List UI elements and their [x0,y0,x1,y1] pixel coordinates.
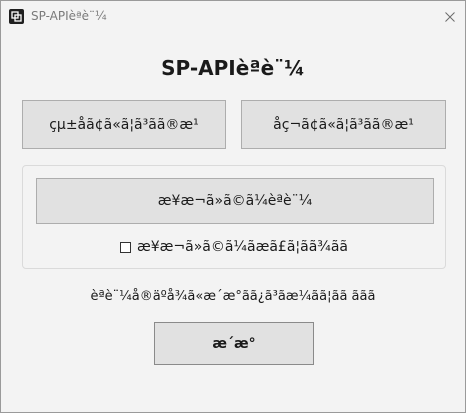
japan-seller-group: æ¥æ¬ã»ã©ã¼èªè¨¼ æ¥æ¬ã»ã©ã¼ãæã£ã¦ãã¾ãã [22,165,446,269]
auth-dialog-window: SP-APIèªè¨¼ SP-APIèªè¨¼ çµ±åã¢ã«ã¦ã³ãã®æ… [0,0,466,413]
integrated-account-button[interactable]: çµ±åã¢ã«ã¦ã³ãã®æ¹ [22,100,226,149]
close-button[interactable] [435,1,465,32]
window-title: SP-APIèªè¨¼ [31,9,107,23]
app-logo-icon [9,9,24,24]
no-japan-seller-checkbox[interactable]: æ¥æ¬ã»ã©ã¼ãæã£ã¦ãã¾ãã [23,238,445,256]
title-bar[interactable]: SP-APIèªè¨¼ [1,1,465,32]
checkbox-label: æ¥æ¬ã»ã©ã¼ãæã£ã¦ãã¾ãã [137,239,348,255]
instruction-text: èªè¨¼å®äºå¾ã«æ´æ°ãã¿ã³ãæ¼ãã¦ãã ããã [90,289,376,304]
single-account-button[interactable]: åç¬ã¢ã«ã¦ã³ãã®æ¹ [241,100,446,149]
japan-seller-auth-button[interactable]: æ¥æ¬ã»ã©ã¼èªè¨¼ [36,178,434,224]
update-button[interactable]: æ´æ° [154,322,314,365]
dialog-heading: SP-APIèªè¨¼ [161,56,305,80]
close-icon [445,11,455,22]
checkbox-box[interactable] [120,241,131,253]
